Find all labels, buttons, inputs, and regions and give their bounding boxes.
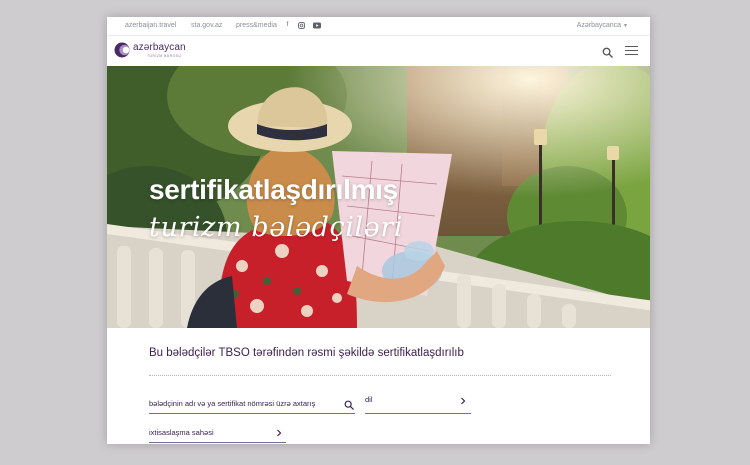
link-azerbaijan-travel[interactable]: azerbaijan.travel (125, 22, 176, 29)
hero-title-line1: sertifikatlaşdırılmış (149, 174, 398, 205)
language-label: Azərbaycanca (576, 22, 622, 29)
intro-text: Bu bələdçilər TBSO tərəfindən rəsmi şəki… (149, 347, 464, 359)
chevron-right-icon (274, 425, 286, 437)
instagram-icon[interactable] (298, 22, 305, 29)
facebook-icon[interactable]: f (284, 22, 291, 29)
logo-text[interactable]: azərbaycan (133, 42, 186, 53)
search-icon[interactable] (602, 45, 613, 58)
language-dropdown-label: dil (365, 395, 373, 404)
hero-title-line2: turizm bələdçiləri (149, 212, 404, 243)
search-icon[interactable] (344, 397, 356, 410)
browser-page: azerbaijan.travel sta.gov.az press&media… (107, 17, 650, 444)
youtube-icon[interactable] (313, 22, 321, 29)
specialization-dropdown-label: ixtisaslaşma sahəsi (149, 428, 214, 437)
guide-search-field[interactable]: bələdçinin adı və ya sertifikat nömrəsi … (149, 393, 355, 414)
language-selector[interactable]: Azərbaycanca ▼ (577, 22, 628, 29)
top-utility-bar: azerbaijan.travel sta.gov.az press&media… (107, 17, 650, 36)
link-press-media[interactable]: press&media (236, 22, 277, 29)
link-sta-gov[interactable]: sta.gov.az (191, 22, 222, 29)
language-dropdown[interactable]: dil (365, 393, 471, 414)
chevron-down-icon: ▼ (623, 23, 628, 29)
main-header: azərbaycan TURİZM BÜROSU (107, 36, 650, 66)
menu-icon[interactable] (625, 46, 638, 56)
chevron-right-icon (458, 393, 470, 405)
logo-mark-icon[interactable] (114, 42, 130, 58)
guide-search-input[interactable]: bələdçinin adı və ya sertifikat nömrəsi … (149, 399, 315, 408)
hero-banner: sertifikatlaşdırılmış turizm bələdçiləri (107, 66, 650, 328)
specialization-dropdown[interactable]: ixtisaslaşma sahəsi (149, 422, 286, 443)
dotted-divider (149, 375, 611, 376)
logo-subtext: TURİZM BÜROSU (147, 54, 182, 58)
